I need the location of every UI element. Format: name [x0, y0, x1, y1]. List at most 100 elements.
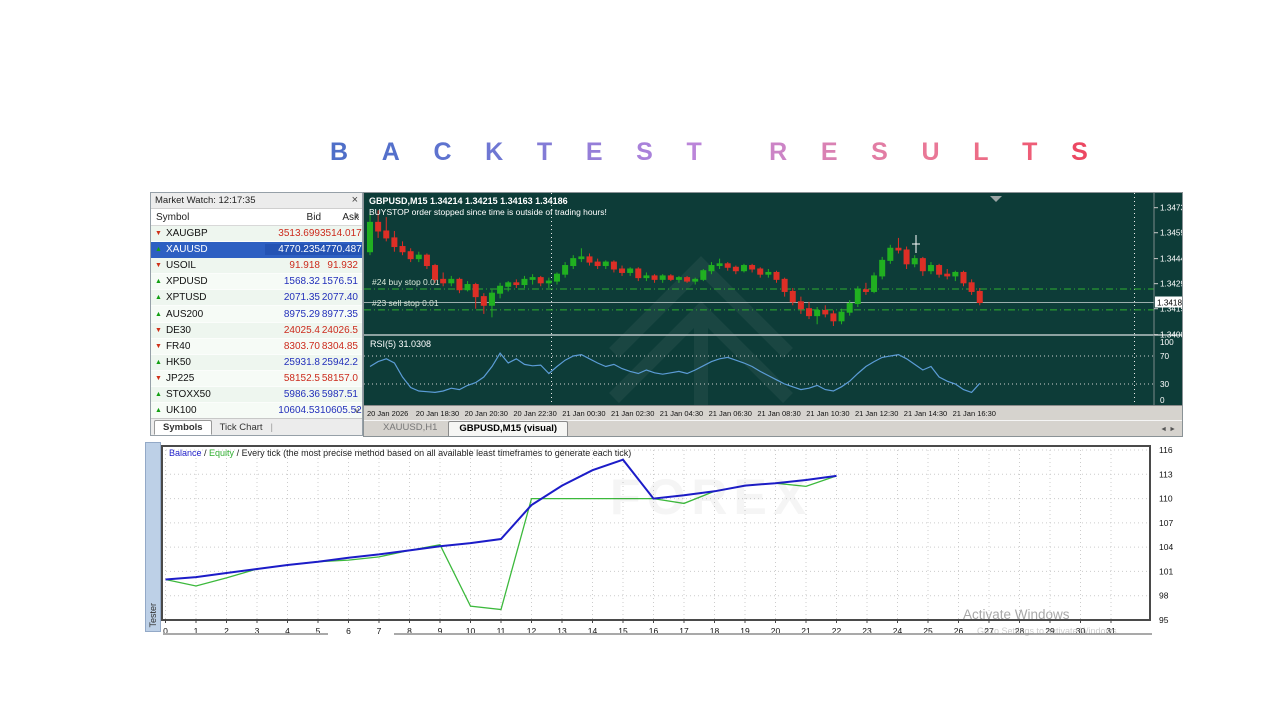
- title-letter: A: [381, 138, 400, 166]
- tab-separator: |: [270, 421, 274, 433]
- rsi-tick: 0: [1160, 396, 1165, 405]
- chart-info-line: GBPUSD,M15 1.34214 1.34215 1.34163 1.341…: [369, 196, 568, 206]
- column-bid: Bid: [306, 211, 321, 223]
- time-axis-label: 21 Jan 08:30: [757, 409, 801, 418]
- y-tick-label: 107: [1159, 518, 1173, 528]
- activate-windows-watermark: Activate Windows: [963, 607, 1070, 622]
- current-price-label: 1.34186: [1157, 299, 1182, 308]
- symbol-name: XPTUSD: [165, 292, 207, 304]
- time-axis-label: 21 Jan 14:30: [903, 409, 948, 418]
- arrow-up-icon: ▲: [155, 358, 162, 366]
- symbol-name: DE30: [165, 324, 191, 336]
- title-letter: B: [330, 138, 349, 166]
- time-axis-label: 20 Jan 22:30: [513, 409, 557, 418]
- ask-value: 1576.51: [321, 276, 358, 288]
- market-watch-row-hk50[interactable]: ▲ HK50 25931.8 25942.2: [151, 354, 362, 371]
- title-letter: U: [921, 138, 940, 166]
- market-watch-row-usoil[interactable]: ▼ USOIL 91.918 91.932: [151, 258, 362, 275]
- time-axis-label: 21 Jan 04:30: [659, 409, 704, 418]
- watermark: FOREX: [610, 469, 813, 525]
- bid-value: 5986.36: [283, 388, 320, 400]
- chart-tab-xauusd-h1[interactable]: XAUUSD,H1: [372, 420, 448, 436]
- market-watch-tab-tick-chart[interactable]: Tick Chart: [212, 421, 271, 434]
- tester-side-tab[interactable]: Tester: [145, 442, 161, 632]
- title-letter: S: [1071, 138, 1088, 166]
- bid-value: 1568.32: [283, 276, 320, 288]
- bid-value: 10604.53: [278, 405, 320, 417]
- tab-scroll-arrows[interactable]: ◄►: [1160, 426, 1178, 433]
- market-watch-header: Symbol Bid Ask ∧: [151, 209, 362, 226]
- y-tick-label: 104: [1159, 542, 1173, 552]
- title-letter: C: [433, 138, 452, 166]
- price-tick: 1.34590: [1160, 229, 1182, 238]
- scroll-up-icon[interactable]: ∧: [354, 211, 360, 220]
- ask-value: 8304.85: [321, 340, 358, 352]
- symbol-name: XAUGBP: [165, 228, 208, 240]
- y-tick-label: 101: [1159, 566, 1173, 576]
- market-watch-panel: Market Watch: 12:17:35 × Symbol Bid Ask …: [150, 192, 363, 436]
- price-tick: 1.34735: [1160, 204, 1182, 213]
- title-letter: T: [686, 138, 702, 166]
- title-letter: E: [585, 138, 603, 166]
- time-axis-label: 20 Jan 18:30: [415, 409, 460, 418]
- market-watch-row-de30[interactable]: ▼ DE30 24025.4 24026.5: [151, 322, 362, 339]
- candlestick-chart[interactable]: #24 buy stop 0.01#23 sell stop 0.01RSI(5…: [364, 193, 1182, 405]
- market-watch-row-xpdusd[interactable]: ▲ XPDUSD 1568.32 1576.51: [151, 274, 362, 291]
- symbol-name: XPDUSD: [165, 276, 208, 288]
- ask-value: 5987.51: [321, 388, 358, 400]
- title-letter: E: [820, 138, 838, 166]
- tester-side-tab-label: Tester: [148, 603, 158, 628]
- y-tick-label: 98: [1159, 591, 1169, 601]
- arrow-up-icon: ▲: [155, 390, 162, 398]
- column-symbol: Symbol: [156, 211, 190, 223]
- bid-value: 4770.235: [265, 244, 320, 256]
- market-watch-tab-symbols[interactable]: Symbols: [154, 419, 212, 435]
- arrow-down-icon: ▼: [155, 374, 162, 382]
- bid-value: 25931.8: [283, 356, 320, 368]
- arrow-down-icon: ▼: [155, 230, 162, 238]
- market-watch-row-stoxx50[interactable]: ▲ STOXX50 5986.36 5987.51: [151, 386, 362, 404]
- market-watch-row-aus200[interactable]: ▲ AUS200 8975.29 8977.35: [151, 306, 362, 323]
- symbol-name: USOIL: [165, 260, 196, 272]
- balance-legend: Balance: [169, 448, 202, 458]
- title-letter: S: [871, 138, 888, 166]
- market-watch-row-xptusd[interactable]: ▲ XPTUSD 2071.35 2077.40: [151, 290, 362, 307]
- rsi-tick: 30: [1160, 380, 1170, 389]
- scrollbar-segment[interactable]: [163, 633, 328, 635]
- market-watch-row-jp225[interactable]: ▼ JP225 58152.5 58157.0: [151, 370, 362, 387]
- market-watch-rows: ▼ XAUGBP 3513.699 3514.017 ▲ XAUUSD 4770.235 47…: [151, 226, 362, 436]
- y-tick-label: 95: [1159, 615, 1169, 625]
- time-axis-label: 20 Jan 20:30: [464, 409, 508, 418]
- symbol-name: HK50: [165, 356, 191, 368]
- market-watch-tabs: Symbols Tick Chart |: [151, 418, 362, 435]
- symbol-name: UK100: [165, 405, 197, 417]
- chart-tabs: XAUUSD,H1 GBPUSD,M15 (visual) ◄►: [364, 420, 1182, 436]
- page: B A C K T E S T R E S U L T S Market Watch: 12:17:35 …: [0, 0, 1280, 720]
- y-tick-label: 116: [1159, 445, 1173, 455]
- time-axis-label: 21 Jan 00:30: [562, 409, 606, 418]
- legend-separator: /: [201, 448, 210, 458]
- arrow-up-icon: ▲: [155, 310, 162, 318]
- symbol-name: JP225: [165, 372, 195, 384]
- close-icon[interactable]: ×: [352, 195, 358, 206]
- rsi-tick: 70: [1160, 352, 1170, 361]
- scroll-down-icon[interactable]: ∨: [354, 406, 360, 415]
- market-watch-row-xauusd[interactable]: ▲ XAUUSD 4770.235 4770.487: [151, 242, 362, 259]
- market-watch-title: Market Watch: 12:17:35: [155, 195, 256, 206]
- ask-value: 24026.5: [321, 324, 358, 336]
- x-tick-label: 6: [346, 626, 351, 636]
- time-axis-label: 21 Jan 06:30: [708, 409, 752, 418]
- chart-tab-gbpusd-m15-visual-[interactable]: GBPUSD,M15 (visual): [448, 421, 569, 436]
- rsi-label: RSI(5) 31.0308: [370, 339, 431, 349]
- balance-chart-header: Balance / Equity / Every tick (the most …: [169, 448, 631, 458]
- ask-value: 3514.017: [320, 228, 362, 240]
- ask-value: 2077.40: [321, 292, 358, 304]
- symbol-name: XAUUSD: [165, 244, 208, 256]
- symbol-name: FR40: [165, 340, 191, 352]
- market-watch-row-uk100[interactable]: ▲ UK100 10604.53 10605.52: [151, 403, 362, 420]
- time-axis-label: 21 Jan 02:30: [611, 409, 655, 418]
- bid-value: 8975.29: [283, 308, 320, 320]
- market-watch-row-fr40[interactable]: ▼ FR40 8303.70 8304.85: [151, 338, 362, 355]
- market-watch-row-xaugbp[interactable]: ▼ XAUGBP 3513.699 3514.017: [151, 226, 362, 243]
- title-letter: T: [1022, 138, 1038, 166]
